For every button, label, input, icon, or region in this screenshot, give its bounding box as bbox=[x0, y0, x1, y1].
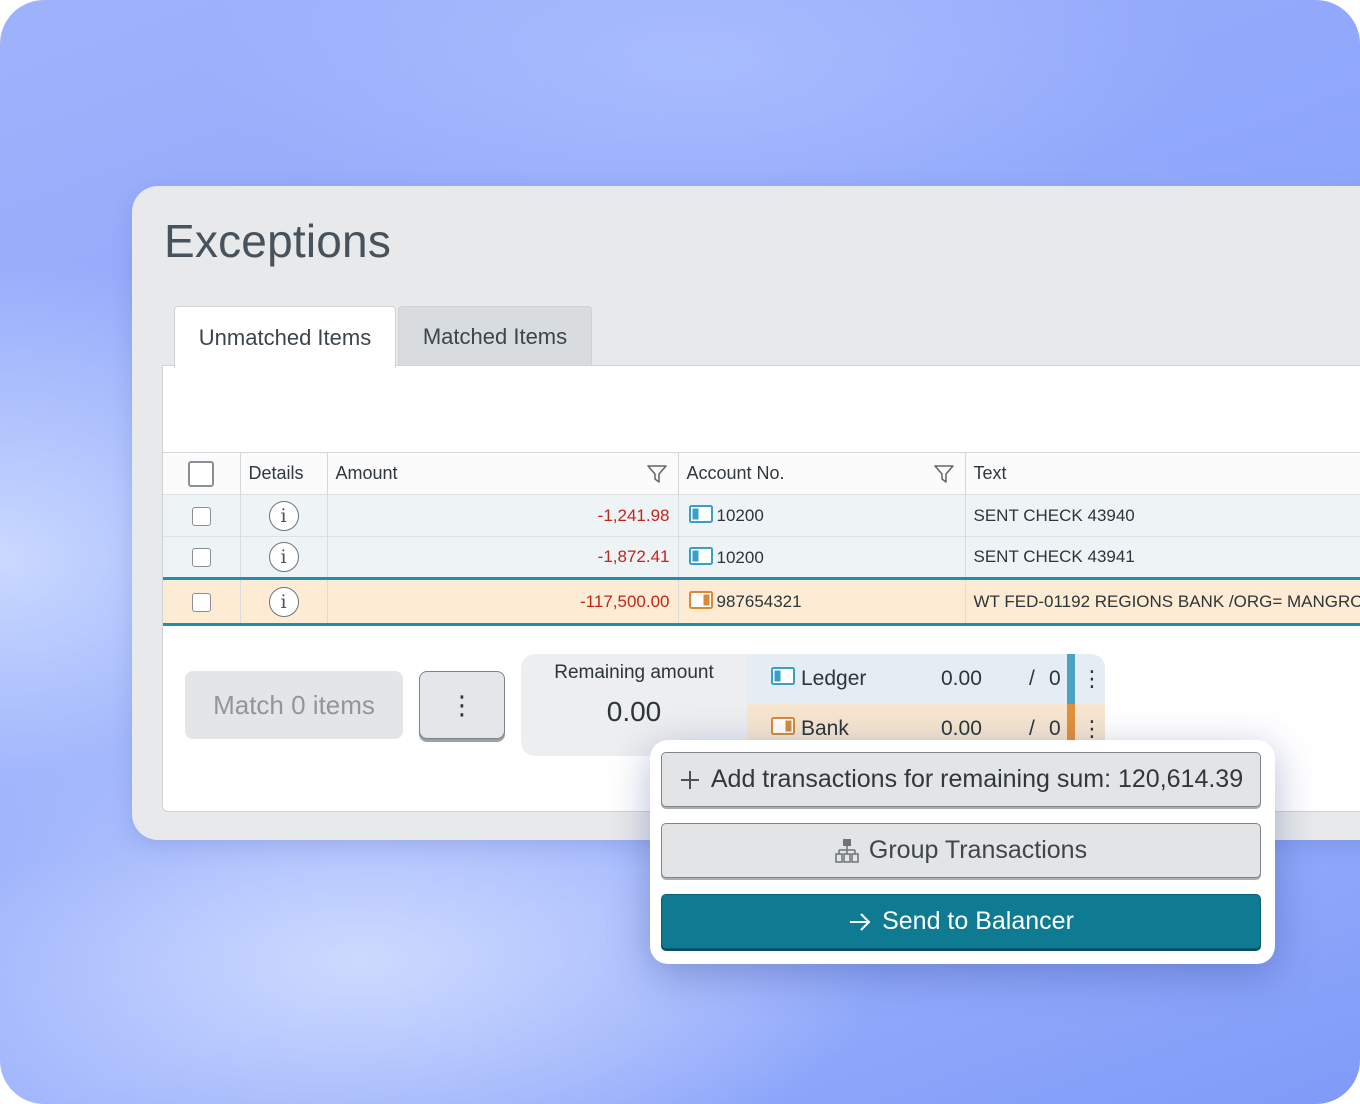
bank-amount: 0.00 bbox=[941, 717, 982, 740]
row-details-cell: i bbox=[240, 494, 328, 537]
ledger-separator: / bbox=[1029, 667, 1035, 690]
arrow-right-icon bbox=[848, 911, 872, 933]
remaining-amount-label: Remaining amount bbox=[554, 662, 714, 683]
filter-icon[interactable] bbox=[646, 463, 668, 485]
ledger-icon bbox=[771, 667, 795, 685]
column-header-account-label: Account No. bbox=[686, 463, 785, 483]
row-account-number: 987654321 bbox=[716, 592, 802, 611]
row-amount: -1,241.98 bbox=[327, 494, 679, 537]
ledger-menu-button[interactable]: ⋮ bbox=[1081, 666, 1103, 692]
filter-icon[interactable] bbox=[933, 463, 955, 485]
table-row-selected[interactable]: i -117,500.00 987654321 WT FED-01192 REG… bbox=[163, 577, 1360, 626]
send-to-balancer-label: Send to Balancer bbox=[882, 907, 1074, 935]
ledger-color-bar bbox=[1067, 654, 1075, 704]
row-account-cell: 10200 bbox=[678, 536, 966, 579]
add-transactions-button[interactable]: Add transactions for remaining sum: 120,… bbox=[661, 752, 1261, 807]
row-account-cell: 10200 bbox=[678, 494, 966, 537]
select-all-checkbox[interactable] bbox=[188, 460, 215, 487]
totals-summary: Ledger 0.00 / 0 ⋮ Bank 0.00 / 0 ⋮ bbox=[747, 654, 1105, 754]
ledger-icon bbox=[688, 505, 713, 523]
row-account-cell: 987654321 bbox=[678, 577, 966, 626]
actions-popup-menu: Add transactions for remaining sum: 120,… bbox=[650, 740, 1275, 964]
row-text: SENT CHECK 43941 bbox=[965, 536, 1360, 579]
table-row[interactable]: i -1,241.98 10200 SENT CHECK 43940 bbox=[163, 494, 1360, 537]
page-title: Exceptions bbox=[164, 215, 392, 267]
exceptions-table: Details Amount Account No. Text i -1,241… bbox=[163, 452, 1360, 626]
row-amount: -1,872.41 bbox=[327, 536, 679, 579]
table-row[interactable]: i -1,872.41 10200 SENT CHECK 43941 bbox=[163, 536, 1360, 579]
column-header-account[interactable]: Account No. bbox=[678, 452, 966, 495]
row-checkbox[interactable] bbox=[191, 548, 211, 567]
row-details-cell: i bbox=[240, 577, 328, 626]
remaining-amount-value: 0.00 bbox=[606, 696, 662, 727]
info-icon[interactable]: i bbox=[268, 542, 299, 572]
send-to-balancer-button[interactable]: Send to Balancer bbox=[661, 894, 1261, 949]
ledger-count: 0 bbox=[1049, 667, 1061, 690]
row-account-number: 10200 bbox=[716, 547, 764, 567]
more-options-button[interactable]: ⋮ bbox=[419, 671, 505, 739]
ledger-icon bbox=[688, 546, 713, 565]
plus-icon bbox=[679, 769, 701, 791]
row-select-cell bbox=[163, 577, 241, 626]
row-text: SENT CHECK 43940 bbox=[965, 494, 1360, 537]
row-checkbox[interactable] bbox=[191, 506, 211, 526]
add-transactions-label: Add transactions for remaining sum: 120,… bbox=[710, 765, 1244, 793]
group-transactions-button[interactable]: Group Transactions bbox=[661, 823, 1261, 878]
tab-matched-items[interactable]: Matched Items bbox=[398, 306, 592, 366]
select-all-header bbox=[163, 452, 241, 495]
row-text: WT FED-01192 REGIONS BANK /ORG= MANGRO bbox=[965, 577, 1360, 626]
row-details-cell: i bbox=[240, 536, 328, 579]
group-transactions-label: Group Transactions bbox=[868, 836, 1088, 864]
column-header-text[interactable]: Text bbox=[965, 452, 1360, 495]
bank-menu-button[interactable]: ⋮ bbox=[1081, 716, 1103, 742]
bank-separator: / bbox=[1029, 717, 1035, 740]
match-items-button[interactable]: Match 0 items bbox=[185, 671, 403, 739]
table-header-row: Details Amount Account No. Text bbox=[163, 452, 1360, 495]
ledger-amount: 0.00 bbox=[941, 667, 982, 690]
row-select-cell bbox=[163, 494, 241, 537]
row-amount: -117,500.00 bbox=[327, 577, 679, 626]
column-header-amount[interactable]: Amount bbox=[327, 452, 679, 495]
bank-icon bbox=[771, 717, 795, 735]
info-icon[interactable]: i bbox=[268, 500, 299, 531]
hierarchy-icon bbox=[835, 838, 859, 864]
column-header-amount-label: Amount bbox=[335, 463, 398, 483]
info-icon[interactable]: i bbox=[268, 586, 299, 617]
bank-count: 0 bbox=[1049, 717, 1061, 740]
row-select-cell bbox=[163, 536, 241, 579]
bank-label: Bank bbox=[801, 717, 849, 740]
row-checkbox[interactable] bbox=[191, 592, 211, 612]
tab-unmatched-items[interactable]: Unmatched Items bbox=[174, 306, 396, 368]
bank-icon bbox=[688, 591, 713, 609]
column-header-details[interactable]: Details bbox=[240, 452, 328, 495]
ledger-total-row: Ledger 0.00 / 0 ⋮ bbox=[747, 654, 1105, 704]
row-account-number: 10200 bbox=[716, 506, 764, 525]
ledger-label: Ledger bbox=[801, 667, 867, 690]
